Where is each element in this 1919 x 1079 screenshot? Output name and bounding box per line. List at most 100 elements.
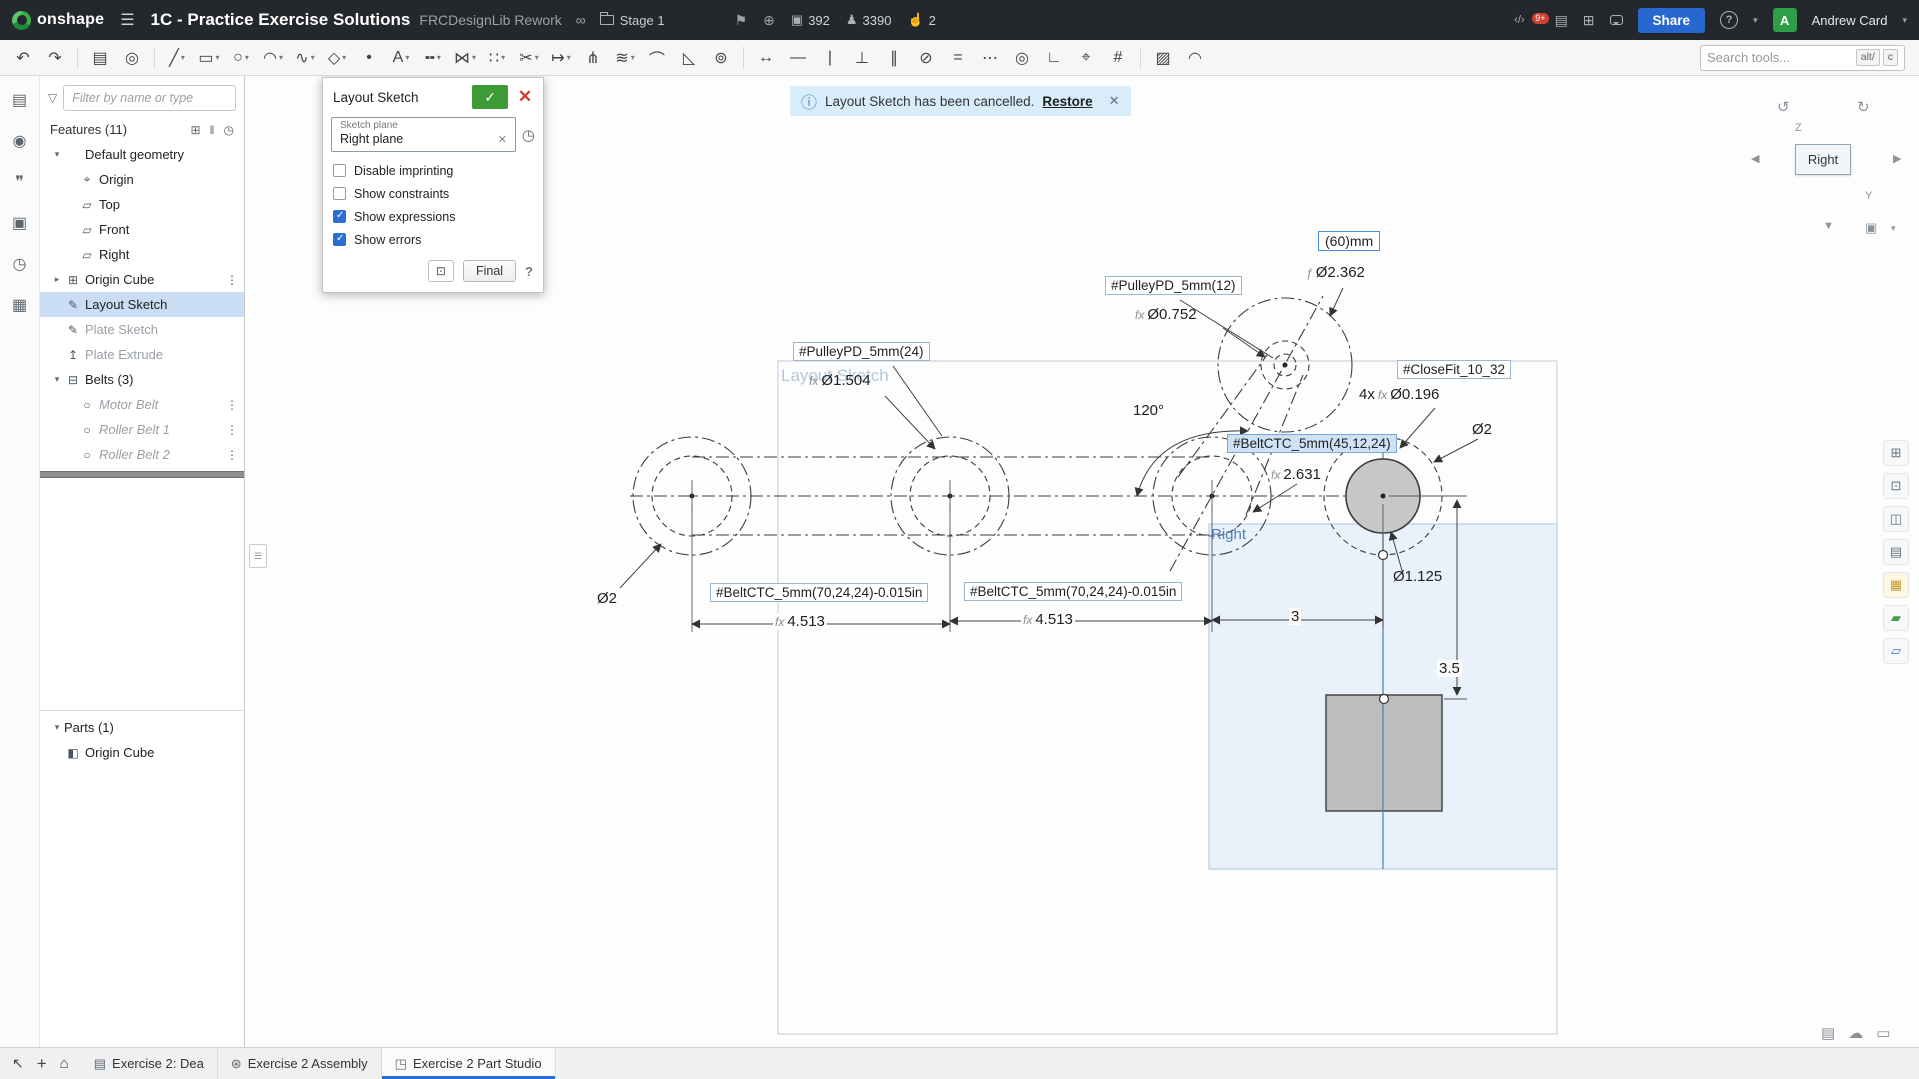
sketch-plane-field[interactable]: Sketch plane Right plane ✕ — [331, 117, 516, 152]
context-menu-icon[interactable]: ⋮ — [226, 398, 238, 412]
tab-exercise-2-part-studio[interactable]: ◳ Exercise 2 Part Studio — [382, 1048, 556, 1079]
right-plane-label[interactable]: Right — [1211, 526, 1246, 543]
tool-button[interactable] — [1140, 47, 1141, 69]
tree-caret-icon[interactable]: ▾ — [50, 149, 64, 160]
feature-origin[interactable]: ⌖ Origin — [40, 167, 244, 192]
view-menu-caret-icon[interactable]: ▾ — [1891, 223, 1896, 234]
rollback-pause-icon[interactable]: ‖ — [210, 123, 215, 137]
tool-button[interactable] — [743, 47, 744, 69]
inspect-button[interactable]: ◎ — [117, 44, 147, 72]
circle-tool[interactable]: ○ — [226, 44, 256, 72]
pattern-tool[interactable]: ∷ — [482, 44, 512, 72]
sketch-visibility-icon[interactable]: ▰ — [1883, 605, 1909, 631]
dim-bore-1125[interactable]: Ø1.125 — [1393, 568, 1442, 585]
perpendicular-constraint[interactable]: ⊥ — [847, 44, 877, 72]
banner-close-icon[interactable]: ✕ — [1109, 93, 1120, 109]
feature-belts-folder[interactable]: ▾ ⊟ Belts (3) — [40, 367, 244, 392]
user-avatar[interactable]: A — [1773, 8, 1797, 32]
feature-filter-input[interactable] — [63, 85, 236, 111]
rotate-left-icon[interactable]: ↺ — [1777, 98, 1790, 116]
rotate-right-arrow-icon[interactable]: ▶ — [1893, 152, 1901, 165]
history-clock-icon[interactable]: ◷ — [522, 126, 535, 144]
hidden-edges-icon[interactable]: ▤ — [1883, 539, 1909, 565]
shaded-view-icon[interactable]: ▦ — [1883, 572, 1909, 598]
feature-default-geometry[interactable]: ▾ Default geometry — [40, 142, 244, 167]
checkbox[interactable] — [333, 164, 346, 177]
flag-icon[interactable]: ⚑ — [735, 12, 748, 29]
context-menu-icon[interactable]: ⋮ — [226, 273, 238, 287]
feature-plate-extrude[interactable]: ↥ Plate Extrude — [40, 342, 244, 367]
vertical-constraint[interactable]: | — [815, 44, 845, 72]
user-name[interactable]: Andrew Card — [1812, 13, 1888, 28]
plane-visibility-icon[interactable]: ▱ — [1883, 638, 1909, 664]
label-pulley-12[interactable]: #PulleyPD_5mm(12) — [1105, 276, 1242, 295]
label-beltctc-70-left[interactable]: #BeltCTC_5mm(70,24,24)-0.015in — [710, 583, 928, 602]
label-beltctc-70-right[interactable]: #BeltCTC_5mm(70,24,24)-0.015in — [964, 582, 1182, 601]
help-caret-icon[interactable]: ▾ — [1753, 15, 1758, 26]
dim-od-2362[interactable]: ƒ Ø2.362 — [1304, 264, 1367, 281]
print-icon[interactable]: ▤ — [1821, 1024, 1835, 1042]
home-button[interactable]: ⌂ — [60, 1055, 69, 1072]
document-location[interactable]: Stage 1 — [620, 13, 665, 28]
insert-folder-icon[interactable]: ⊞ — [190, 123, 200, 137]
parallel-constraint[interactable]: ∥ — [879, 44, 909, 72]
sketch-properties-button[interactable]: ▤ — [85, 44, 115, 72]
mirror-tool[interactable]: ⋈ — [450, 44, 480, 72]
dev-api-icon[interactable]: ‹/› — [1514, 14, 1524, 26]
graphics-area[interactable]: Layout Sketch Right (60)mm ƒ Ø2.362 #Pul… — [245, 76, 1919, 1047]
horizontal-constraint[interactable]: ― — [783, 44, 813, 72]
zoom-window-icon[interactable]: ⊞ — [1883, 440, 1909, 466]
tangent-constraint[interactable]: ⊘ — [911, 44, 941, 72]
dim-od-2-left[interactable]: Ø2 — [597, 590, 617, 607]
feature-roller-belt-1[interactable]: ○ Roller Belt 1 ⋮ — [40, 417, 244, 442]
dim-4513-left[interactable]: fx 4.513 — [773, 613, 827, 630]
option-show-constraints[interactable]: Show constraints — [333, 182, 533, 205]
feature-panel-handle[interactable]: ☰ — [249, 544, 267, 568]
line-tool[interactable]: ╱ — [162, 44, 192, 72]
add-tab-button[interactable]: + — [37, 1054, 47, 1074]
part-origin-cube[interactable]: ◧ Origin Cube — [40, 740, 244, 765]
offset-tool[interactable]: ≋ — [610, 44, 640, 72]
label-closefit[interactable]: #CloseFit_10_32 — [1397, 360, 1511, 379]
commit-button[interactable]: ✓ — [472, 85, 508, 109]
dock-checks-icon[interactable]: ▣ — [8, 211, 32, 235]
checkbox[interactable] — [333, 210, 346, 223]
dim-60mm[interactable]: (60)mm — [1318, 231, 1380, 251]
tab-exercise-2-dea[interactable]: ▤ Exercise 2: Dea — [81, 1048, 218, 1079]
dim-pd-0752[interactable]: fx Ø0.752 — [1133, 306, 1199, 323]
feature-origin-cube[interactable]: ▸ ⊞ Origin Cube ⋮ — [40, 267, 244, 292]
cloud-status-icon[interactable]: ☁ — [1848, 1024, 1863, 1042]
help-button[interactable]: ? — [1720, 11, 1738, 29]
feature-right[interactable]: ▱ Right — [40, 242, 244, 267]
restore-link[interactable]: Restore — [1042, 94, 1092, 109]
rotate-down-arrow-icon[interactable]: ▼ — [1823, 220, 1834, 232]
view-cube-face-right[interactable]: Right — [1795, 144, 1851, 175]
dialog-help-icon[interactable]: ? — [525, 264, 533, 279]
search-tools-input[interactable] — [1707, 50, 1853, 65]
cancel-button[interactable]: ✕ — [515, 87, 535, 107]
main-menu-icon[interactable]: ☰ — [120, 10, 134, 30]
context-menu-icon[interactable]: ⋮ — [226, 423, 238, 437]
dim-2631[interactable]: fx 2.631 — [1269, 466, 1323, 483]
dim-pd-1504[interactable]: fx Ø1.504 — [807, 372, 873, 389]
label-beltctc-45[interactable]: #BeltCTC_5mm(45,12,24) — [1227, 434, 1397, 453]
pierce-constraint[interactable]: ⌖ — [1071, 44, 1101, 72]
option-disable-imprinting[interactable]: Disable imprinting — [333, 159, 533, 182]
clear-selection-icon[interactable]: ✕ — [498, 133, 507, 146]
label-pulley-24[interactable]: #PulleyPD_5mm(24) — [793, 342, 930, 361]
feature-plate-sketch[interactable]: ✎ Plate Sketch — [40, 317, 244, 342]
parts-header-row[interactable]: ▾ Parts (1) — [40, 715, 244, 740]
dim-35[interactable]: 3.5 — [1437, 660, 1462, 677]
text-tool[interactable]: A — [386, 44, 416, 72]
option-show-errors[interactable]: Show errors — [333, 228, 533, 251]
share-button[interactable]: Share — [1638, 8, 1706, 33]
monitor-icon[interactable]: ▭ — [1876, 1024, 1890, 1042]
feature-layout-sketch[interactable]: ✎ Layout Sketch — [40, 292, 244, 317]
trim-tool[interactable]: ✂ — [514, 44, 544, 72]
context-menu-icon[interactable]: ⋮ — [226, 448, 238, 462]
app-store-icon[interactable]: ⊞ — [1583, 12, 1595, 29]
normal-constraint[interactable]: ∟ — [1039, 44, 1069, 72]
tree-caret-icon[interactable]: ▾ — [50, 374, 64, 385]
final-button[interactable]: Final — [463, 260, 516, 282]
equal-constraint[interactable]: = — [943, 44, 973, 72]
